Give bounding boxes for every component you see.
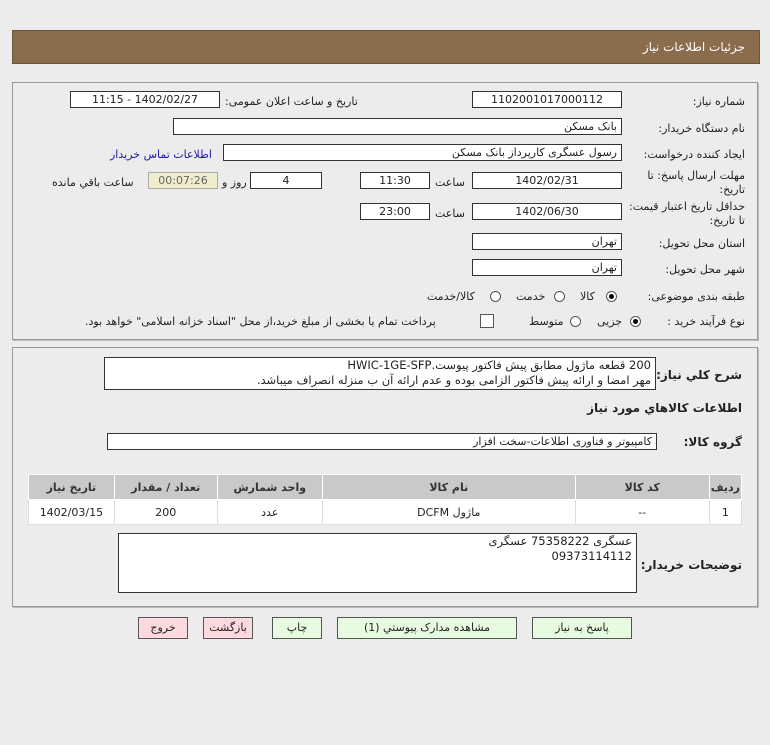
goods-group-field: کامپیوتر و فناوری اطلاعات-سخت افزار (107, 433, 657, 450)
back-button[interactable]: بازگشت (203, 617, 253, 639)
cell-row-number: 1 (708, 499, 743, 525)
goods-table: رديف کد کالا نام کالا واحد شمارش تعداد /… (28, 474, 743, 525)
treasury-payment-note: پرداخت تمام یا بخشی از مبلغ خرید،از محل … (85, 315, 436, 328)
creator-field: رسول عسگری کارپرداز بانک مسکن (223, 144, 622, 161)
deadline-time-field: 11:30 (360, 172, 430, 189)
deadline-label: مهلت ارسال پاسخ: تا تاریخ: (647, 169, 745, 196)
col-goods-name: نام کالا (321, 474, 576, 500)
category-radio-service[interactable] (554, 291, 565, 302)
col-unit: واحد شمارش (216, 474, 323, 500)
col-need-date: تاریخ نیاز (28, 474, 115, 500)
process-option-medium: متوسط (529, 315, 564, 328)
category-option-goods-service: کالا/خدمت (427, 290, 475, 303)
col-goods-code: کد کالا (574, 474, 710, 500)
process-label: نوع فرآیند خرید : (667, 315, 745, 328)
process-radio-minor[interactable] (630, 316, 641, 327)
province-label: استان محل تحویل: (658, 237, 745, 250)
deadline-date-field: 1402/02/31 (472, 172, 622, 189)
treasury-payment-checkbox[interactable] (480, 314, 494, 328)
announce-label: تاریخ و ساعت اعلان عمومی: (225, 95, 358, 108)
category-option-service: خدمت (516, 290, 546, 303)
creator-label: ایجاد کننده درخواست: (643, 148, 745, 161)
cell-goods-name: ماژول DCFM (321, 499, 576, 525)
need-number-field: 1102001017000112 (472, 91, 622, 108)
validity-time-label: ساعت (435, 207, 465, 220)
description-field: 200 قطعه ماژول مطابق پیش فاکتور پیوست.HW… (104, 357, 656, 390)
days-field: 4 (250, 172, 322, 189)
city-label: شهر محل تحویل: (665, 263, 745, 276)
category-label: طبقه بندی موضوعی: (647, 290, 745, 303)
description-line-2: مهر امضا و ارائه پیش فاکتور الزامی بوده … (256, 373, 651, 387)
deadline-time-label: ساعت (435, 176, 465, 189)
buyer-org-field: بانک مسکن (173, 118, 622, 135)
province-field: تهران (472, 233, 622, 250)
exit-button[interactable]: خروج (138, 617, 188, 639)
validity-time-field: 23:00 (360, 203, 430, 220)
table-row: 1 -- ماژول DCFM عدد 200 1402/03/15 (28, 499, 743, 525)
buyer-contact-link[interactable]: اطلاعات تماس خریدار (110, 148, 212, 162)
announce-field: 1402/02/27 - 11:15 (70, 91, 220, 108)
category-option-goods: کالا (580, 290, 595, 303)
table-header-row: رديف کد کالا نام کالا واحد شمارش تعداد /… (28, 474, 743, 500)
buyer-notes-line-2: 09373114112 (551, 549, 632, 563)
page-title: جزئیات اطلاعات نیاز (642, 40, 745, 54)
print-button[interactable]: چاپ (272, 617, 322, 639)
validity-date-field: 1402/06/30 (472, 203, 622, 220)
city-field: تهران (472, 259, 622, 276)
description-line-1: 200 قطعه ماژول مطابق پیش فاکتور پیوست.HW… (347, 358, 651, 372)
need-number-label: شماره نیاز: (692, 95, 745, 108)
cell-quantity: 200 (113, 499, 218, 525)
validity-label: حداقل تاریخ اعتبار قیمت: تا تاریخ: (629, 200, 745, 227)
category-radio-goods-service[interactable] (490, 291, 501, 302)
remaining-timer: 00:07:26 (148, 172, 218, 189)
cell-need-date: 1402/03/15 (28, 499, 115, 525)
goods-group-label: گروه کالا: (683, 435, 742, 449)
buyer-notes-field: عسگری 75358222 عسگری 09373114112 (118, 533, 637, 593)
description-label: شرح کلي نياز: (656, 368, 742, 382)
process-radio-medium[interactable] (570, 316, 581, 327)
cell-unit: عدد (216, 499, 323, 525)
buyer-notes-label: توضیحات خریدار: (640, 558, 742, 572)
buyer-org-label: نام دستگاه خریدار: (658, 122, 745, 135)
col-row-number: رديف (708, 474, 743, 500)
category-radio-goods[interactable] (606, 291, 617, 302)
goods-section-title: اطلاعات كالاهاي مورد نياز (587, 401, 742, 415)
days-label: روز و (222, 176, 247, 189)
cell-goods-code: -- (574, 499, 710, 525)
remaining-label: ساعت باقي مانده (52, 176, 134, 189)
view-attachments-button[interactable]: مشاهده مدارک پیوستي (1) (337, 617, 517, 639)
reply-button[interactable]: پاسخ به نیاز (532, 617, 632, 639)
page-header: جزئیات اطلاعات نیاز (12, 30, 760, 64)
buyer-notes-line-1: عسگری 75358222 عسگری (488, 534, 632, 548)
process-option-minor: جزیی (597, 315, 623, 328)
col-quantity: تعداد / مقدار (113, 474, 218, 500)
